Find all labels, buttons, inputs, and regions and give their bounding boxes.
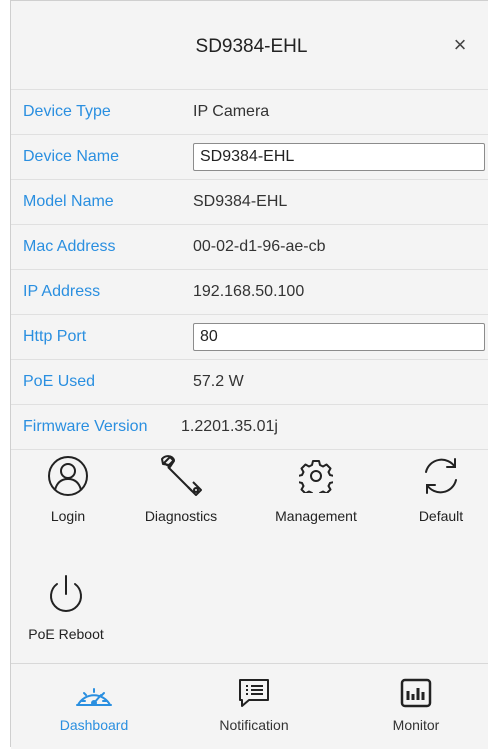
panel-title: SD9384-EHL [195, 36, 308, 57]
row-device-name: Device Name [11, 134, 488, 179]
row-device-type: Device Type IP Camera [11, 89, 488, 134]
device-type-value: IP Camera [193, 103, 270, 120]
device-name-input[interactable] [193, 143, 485, 171]
default-label: Default [418, 508, 464, 524]
model-name-value: SD9384-EHL [193, 193, 288, 210]
login-button[interactable]: Login [13, 452, 123, 524]
row-firmware-version: Firmware Version 1.2201.35.01j [11, 404, 488, 449]
http-port-input[interactable] [193, 323, 485, 351]
panel-header: SD9384-EHL × [11, 1, 488, 89]
poe-reboot-label: PoE Reboot [28, 626, 104, 642]
management-label: Management [275, 508, 357, 524]
login-label: Login [50, 508, 86, 524]
row-mac-address: Mac Address 00-02-d1-96-ae-cb [11, 224, 488, 269]
gauge-icon [29, 676, 159, 710]
default-button[interactable]: Default [386, 452, 488, 524]
ip-address-label: IP Address [23, 283, 101, 300]
ip-address-value: 192.168.50.100 [193, 283, 305, 300]
gear-icon [261, 452, 371, 500]
power-icon [11, 570, 121, 618]
diagnostics-label: Diagnostics [144, 508, 218, 524]
tab-notification[interactable]: Notification [189, 676, 319, 733]
wrench-icon [126, 452, 236, 500]
tab-monitor[interactable]: Monitor [351, 676, 481, 733]
firmware-version-value: 1.2201.35.01j [181, 418, 278, 435]
tab-dashboard-label: Dashboard [59, 717, 129, 733]
close-icon[interactable]: × [449, 34, 471, 56]
message-icon [189, 676, 319, 710]
poe-reboot-button[interactable]: PoE Reboot [11, 570, 121, 642]
management-button[interactable]: Management [261, 452, 371, 524]
poe-used-value: 57.2 W [193, 373, 244, 390]
row-http-port: Http Port [11, 314, 488, 359]
bottom-tab-bar: Dashboard Notification Monitor [11, 663, 488, 749]
http-port-label: Http Port [23, 328, 87, 345]
refresh-icon [386, 452, 488, 500]
device-name-label: Device Name [23, 148, 120, 165]
diagnostics-button[interactable]: Diagnostics [126, 452, 236, 524]
mac-address-label: Mac Address [23, 238, 116, 255]
mac-address-value: 00-02-d1-96-ae-cb [193, 238, 326, 255]
row-ip-address: IP Address 192.168.50.100 [11, 269, 488, 314]
user-circle-icon [13, 452, 123, 500]
row-poe-used: PoE Used 57.2 W [11, 359, 488, 404]
tab-notification-label: Notification [219, 717, 289, 733]
action-grid: Login Diagnostics Management Default PoE… [11, 449, 488, 660]
firmware-version-label: Firmware Version [23, 418, 148, 435]
tab-dashboard[interactable]: Dashboard [29, 676, 159, 733]
tab-monitor-label: Monitor [392, 717, 440, 733]
device-detail-panel: SD9384-EHL × Device Type IP Camera Devic… [10, 0, 488, 749]
row-model-name: Model Name SD9384-EHL [11, 179, 488, 224]
model-name-label: Model Name [23, 193, 114, 210]
device-type-label: Device Type [23, 103, 111, 120]
poe-used-label: PoE Used [23, 373, 96, 390]
chart-monitor-icon [351, 676, 481, 710]
